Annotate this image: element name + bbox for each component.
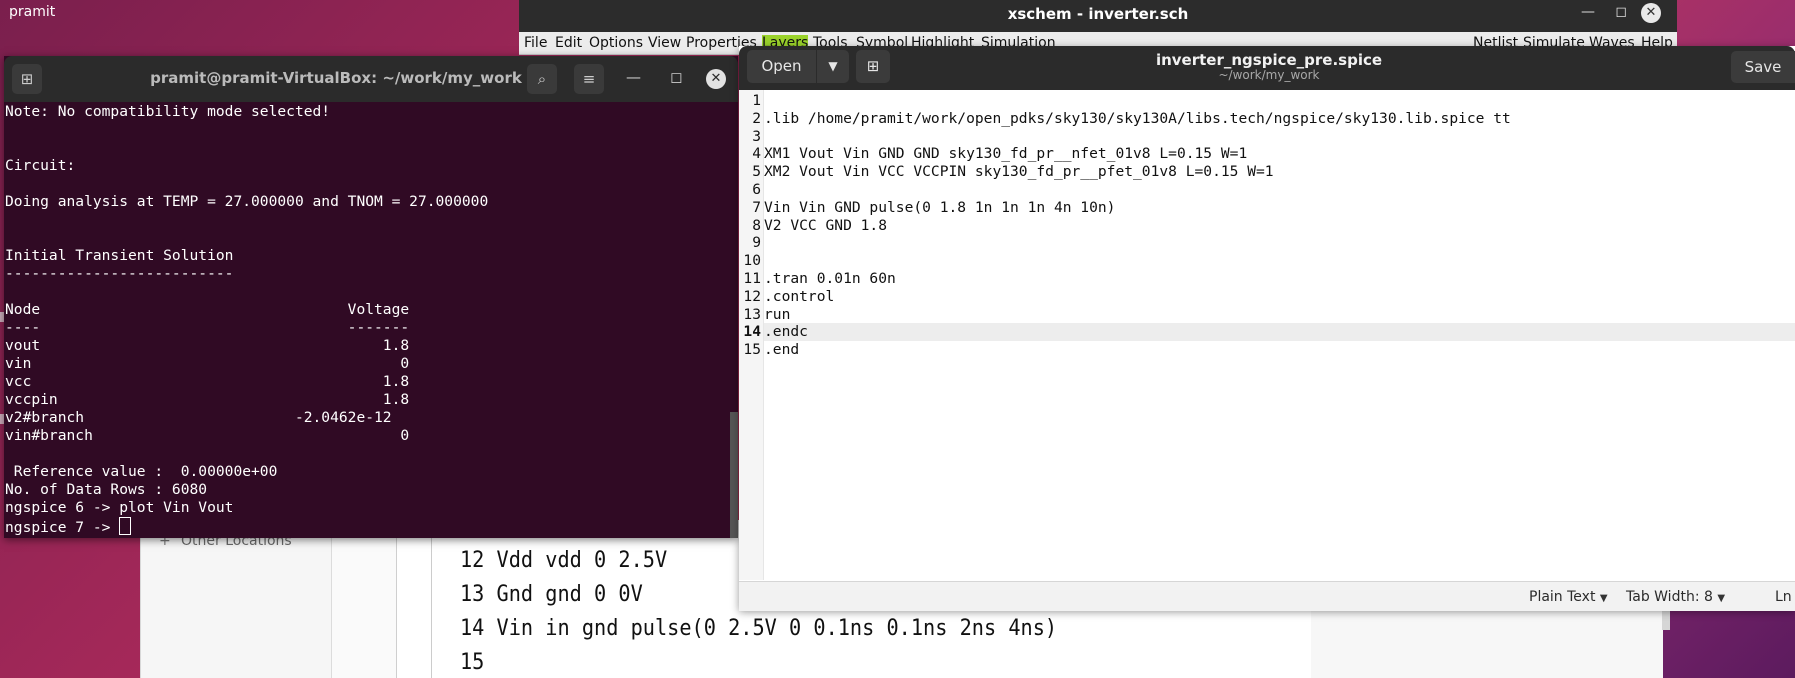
line-number: 13 (743, 305, 761, 323)
menu-view[interactable]: View (648, 35, 681, 51)
window-title: xschem - inverter.sch (1007, 5, 1189, 23)
code-editor[interactable]: .lib /home/pramit/work/open_pdks/sky130/… (764, 90, 1795, 580)
code-line: .lib /home/pramit/work/open_pdks/sky130/… (764, 109, 1511, 127)
maximize-icon[interactable]: ◻ (1615, 4, 1627, 20)
terminal-line: ---- ------- (5, 319, 410, 336)
line-number: 2 (752, 109, 761, 127)
desktop-user-label: pramit (9, 4, 56, 20)
terminal-line: vout 1.8 (5, 337, 410, 354)
code-line: XM1 Vout Vin GND GND sky130_fd_pr__nfet_… (764, 145, 1248, 163)
terminal-line: vcc 1.8 (5, 373, 410, 390)
terminal-line: vccpin 1.8 (5, 391, 410, 408)
cursor-position[interactable]: Ln (1775, 589, 1792, 605)
code-line: V2 VCC GND 1.8 (764, 216, 888, 234)
terminal-line: Circuit: (5, 157, 76, 174)
line-number: 5 (752, 163, 761, 181)
line-number: 14 (743, 323, 761, 341)
document-path: ~/work/my_work (1218, 68, 1320, 82)
terminal-line: Reference value : 0.00000e+00 (5, 463, 278, 480)
file-manager-window: + Other Locations (140, 520, 401, 678)
line-number: 7 (752, 198, 761, 216)
terminal-prompt: ngspice 7 -> (5, 519, 120, 536)
menu-file[interactable]: File (524, 35, 547, 51)
maximize-icon[interactable]: ◻ (670, 68, 682, 86)
menu-edit[interactable]: Edit (555, 35, 582, 51)
terminal-line: -------------------------- (5, 265, 234, 282)
terminal-line: Doing analysis at TEMP = 27.000000 and T… (5, 193, 489, 210)
hamburger-menu-icon[interactable]: ≡ (574, 64, 604, 94)
close-icon[interactable]: ✕ (706, 69, 726, 89)
save-button[interactable]: Save (1731, 51, 1795, 83)
line-number: 3 (752, 127, 761, 145)
file-manager-sidebar: + Other Locations (141, 520, 332, 678)
tab-width-selector[interactable]: Tab Width: 8 ▼ (1626, 589, 1725, 605)
line-number: 11 (743, 270, 761, 287)
text-editor-window: Open ▼ ⊞ inverter_ngspice_pre.spice ~/wo… (739, 46, 1795, 611)
document-title: inverter_ngspice_pre.spice (1155, 51, 1383, 69)
open-button[interactable]: Open (747, 50, 816, 83)
terminal-header: ⊞ pramit@pramit-VirtualBox: ~/work/my_wo… (4, 56, 738, 102)
code-line: .endc (764, 323, 808, 341)
current-line-highlight (764, 323, 1795, 342)
terminal-line: ngspice 6 -> plot Vin Vout (5, 499, 234, 516)
search-icon[interactable]: ⌕ (527, 64, 557, 94)
line-number: 10 (743, 252, 761, 270)
line-number-gutter: 1 2 3 4 5 6 7 8 9 10 11 12 13 14 15 (739, 90, 764, 580)
editor-header: Open ▼ ⊞ inverter_ngspice_pre.spice ~/wo… (739, 46, 1795, 90)
line-number: 15 (743, 341, 761, 359)
document-line: 15 (460, 650, 485, 675)
code-line: .end (764, 341, 800, 359)
terminal-line: Node Voltage (5, 301, 410, 318)
terminal-output[interactable]: Note: No compatibility mode selected! Ci… (4, 102, 738, 538)
minimize-icon[interactable]: — (626, 68, 641, 86)
code-line: run (764, 305, 791, 323)
terminal-line: No. of Data Rows : 6080 (5, 481, 208, 498)
caret-down-icon: ▼ (1599, 593, 1608, 604)
new-tab-icon[interactable]: ⊞ (856, 50, 890, 83)
line-number: 1 (752, 92, 761, 109)
close-icon[interactable]: ✕ (1641, 3, 1661, 23)
terminal-line: vin 0 (5, 355, 410, 372)
document-line: 14 Vin in gnd pulse(0 2.5V 0 0.1ns 0.1ns… (460, 616, 1058, 641)
language-selector[interactable]: Plain Text ▼ (1529, 589, 1608, 605)
document-line: 12 Vdd vdd 0 2.5V (460, 548, 668, 573)
caret-down-icon: ▼ (1717, 593, 1726, 604)
document-line: 13 Gnd gnd 0 0V (460, 582, 643, 607)
terminal-line: Note: No compatibility mode selected! (5, 103, 331, 120)
chevron-down-icon[interactable]: ▼ (817, 50, 849, 83)
line-number: 12 (743, 287, 761, 305)
terminal-cursor (119, 517, 132, 535)
terminal-prompt-line: ngspice 7 -> (5, 517, 132, 537)
terminal-window: ⊞ pramit@pramit-VirtualBox: ~/work/my_wo… (4, 56, 738, 538)
minimize-icon[interactable]: — (1581, 4, 1595, 20)
scrollbar[interactable] (730, 412, 738, 538)
menu-options[interactable]: Options (589, 35, 643, 51)
code-line: XM2 Vout Vin VCC VCCPIN sky130_fd_pr__pf… (764, 163, 1274, 181)
status-bar: Plain Text ▼ Tab Width: 8 ▼ Ln (739, 581, 1795, 611)
line-number: 9 (752, 234, 761, 252)
line-number: 4 (752, 145, 761, 163)
code-line: .tran 0.01n 60n (764, 270, 896, 287)
code-line: .control (764, 287, 835, 305)
line-number: 8 (752, 216, 761, 234)
terminal-line: vin#branch 0 (5, 427, 410, 444)
new-tab-icon[interactable]: ⊞ (12, 64, 42, 94)
line-number: 6 (752, 181, 761, 198)
terminal-line: Initial Transient Solution (5, 247, 234, 264)
terminal-line: v2#branch -2.0462e-12 (5, 409, 392, 426)
terminal-title: pramit@pramit-VirtualBox: ~/work/my_work (150, 69, 522, 87)
code-line: Vin Vin GND pulse(0 1.8 1n 1n 1n 4n 10n) (764, 198, 1116, 216)
